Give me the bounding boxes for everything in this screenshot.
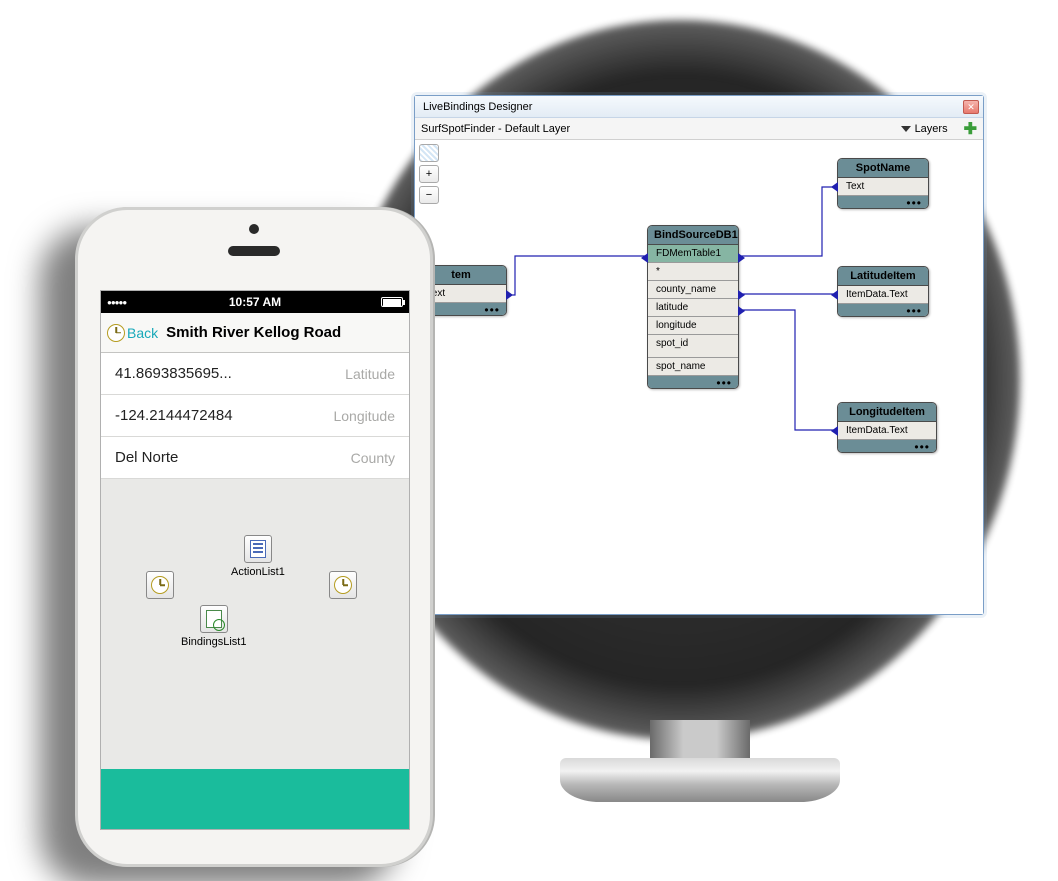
zoom-out-tool[interactable]: − (419, 186, 439, 204)
node-footer: ••• (838, 304, 928, 316)
node-longitudeitem[interactable]: LongitudeItem ItemData.Text ••• (837, 402, 937, 453)
node-title: SpotName (838, 159, 928, 178)
component-bindingslist[interactable]: BindingsList1 (181, 605, 246, 648)
layers-dropdown[interactable]: Layers (901, 123, 948, 135)
node-footer: ••• (648, 376, 738, 388)
window-title: LiveBindings Designer (423, 101, 532, 113)
camera-icon (249, 224, 259, 234)
details-list: 41.8693835695... Latitude -124.214447248… (101, 353, 409, 479)
row-value: -124.2144472484 (115, 407, 233, 424)
node-field-fdmem[interactable]: FDMemTable1 (648, 245, 738, 263)
iphone-screen: ●●●●● 10:57 AM Back Smith River Kellog R… (100, 290, 410, 830)
add-icon[interactable]: ✚ (964, 119, 977, 139)
close-button[interactable]: ✕ (963, 100, 979, 114)
node-spotname[interactable]: SpotName Text ••• (837, 158, 929, 209)
page-title: Smith River Kellog Road (166, 324, 341, 341)
node-bindsourcedb1[interactable]: BindSourceDB1 FDMemTable1 * county_name … (647, 225, 739, 389)
row-label: Latitude (345, 366, 395, 382)
node-field-spotid[interactable]: spot_id (648, 335, 738, 358)
speaker-icon (228, 246, 280, 256)
iphone-device: ●●●●● 10:57 AM Back Smith River Kellog R… (75, 207, 433, 867)
status-bar: ●●●●● 10:57 AM (101, 291, 409, 313)
node-title: LatitudeItem (838, 267, 928, 286)
form-designer-area: ActionList1 BindingsList1 (101, 505, 409, 769)
list-item[interactable]: -124.2144472484 Longitude (101, 395, 409, 437)
component-timer-right[interactable] (329, 571, 357, 602)
zoom-in-tool[interactable]: + (419, 165, 439, 183)
node-footer: ••• (838, 196, 928, 208)
node-field-latitude[interactable]: latitude (648, 299, 738, 317)
row-label: Longitude (333, 408, 395, 424)
node-field[interactable]: ItemData.Text (838, 422, 936, 440)
row-label: County (351, 450, 395, 466)
designer-canvas[interactable]: + − tem .Text ••• BindSourceDB1 FDMemTab… (415, 140, 983, 614)
window-titlebar[interactable]: LiveBindings Designer ✕ (415, 96, 983, 118)
node-field-star[interactable]: * (648, 263, 738, 281)
row-value: 41.8693835695... (115, 365, 232, 382)
livebindings-window: LiveBindings Designer ✕ SurfSpotFinder -… (414, 95, 984, 615)
actionlist-icon (250, 540, 266, 558)
component-timer-left[interactable] (146, 571, 174, 602)
component-label: ActionList1 (231, 566, 285, 578)
row-value: Del Norte (115, 449, 178, 466)
signal-icon: ●●●●● (107, 298, 126, 307)
node-field[interactable]: ItemData.Text (838, 286, 928, 304)
node-footer: ••• (838, 440, 936, 452)
nav-bar: Back Smith River Kellog Road (101, 313, 409, 353)
node-field-spotname[interactable]: spot_name (648, 358, 738, 376)
component-actionlist[interactable]: ActionList1 (231, 535, 285, 578)
canvas-tools: + − (419, 144, 441, 204)
list-item[interactable]: 41.8693835695... Latitude (101, 353, 409, 395)
battery-icon (381, 297, 403, 307)
status-time: 10:57 AM (229, 295, 281, 309)
node-title: LongitudeItem (838, 403, 936, 422)
monitor-stand (560, 720, 840, 830)
node-field-county[interactable]: county_name (648, 281, 738, 299)
node-field-longitude[interactable]: longitude (648, 317, 738, 335)
bottom-toolbar[interactable] (101, 769, 409, 829)
layers-label: Layers (915, 123, 948, 135)
clock-icon (107, 324, 125, 342)
node-field[interactable]: Text (838, 178, 928, 196)
node-title: BindSourceDB1 (648, 226, 738, 245)
clock-icon (151, 576, 169, 594)
layer-label: SurfSpotFinder - Default Layer (421, 123, 570, 135)
back-button[interactable]: Back (127, 325, 158, 341)
back-label: Back (127, 325, 158, 341)
grid-tool[interactable] (419, 144, 439, 162)
component-label: BindingsList1 (181, 636, 246, 648)
clock-icon (334, 576, 352, 594)
list-item[interactable]: Del Norte County (101, 437, 409, 479)
designer-toolbar: SurfSpotFinder - Default Layer Layers ✚ (415, 118, 983, 140)
triangle-down-icon (901, 126, 911, 132)
bindingslist-icon (206, 610, 222, 628)
node-latitudeitem[interactable]: LatitudeItem ItemData.Text ••• (837, 266, 929, 317)
